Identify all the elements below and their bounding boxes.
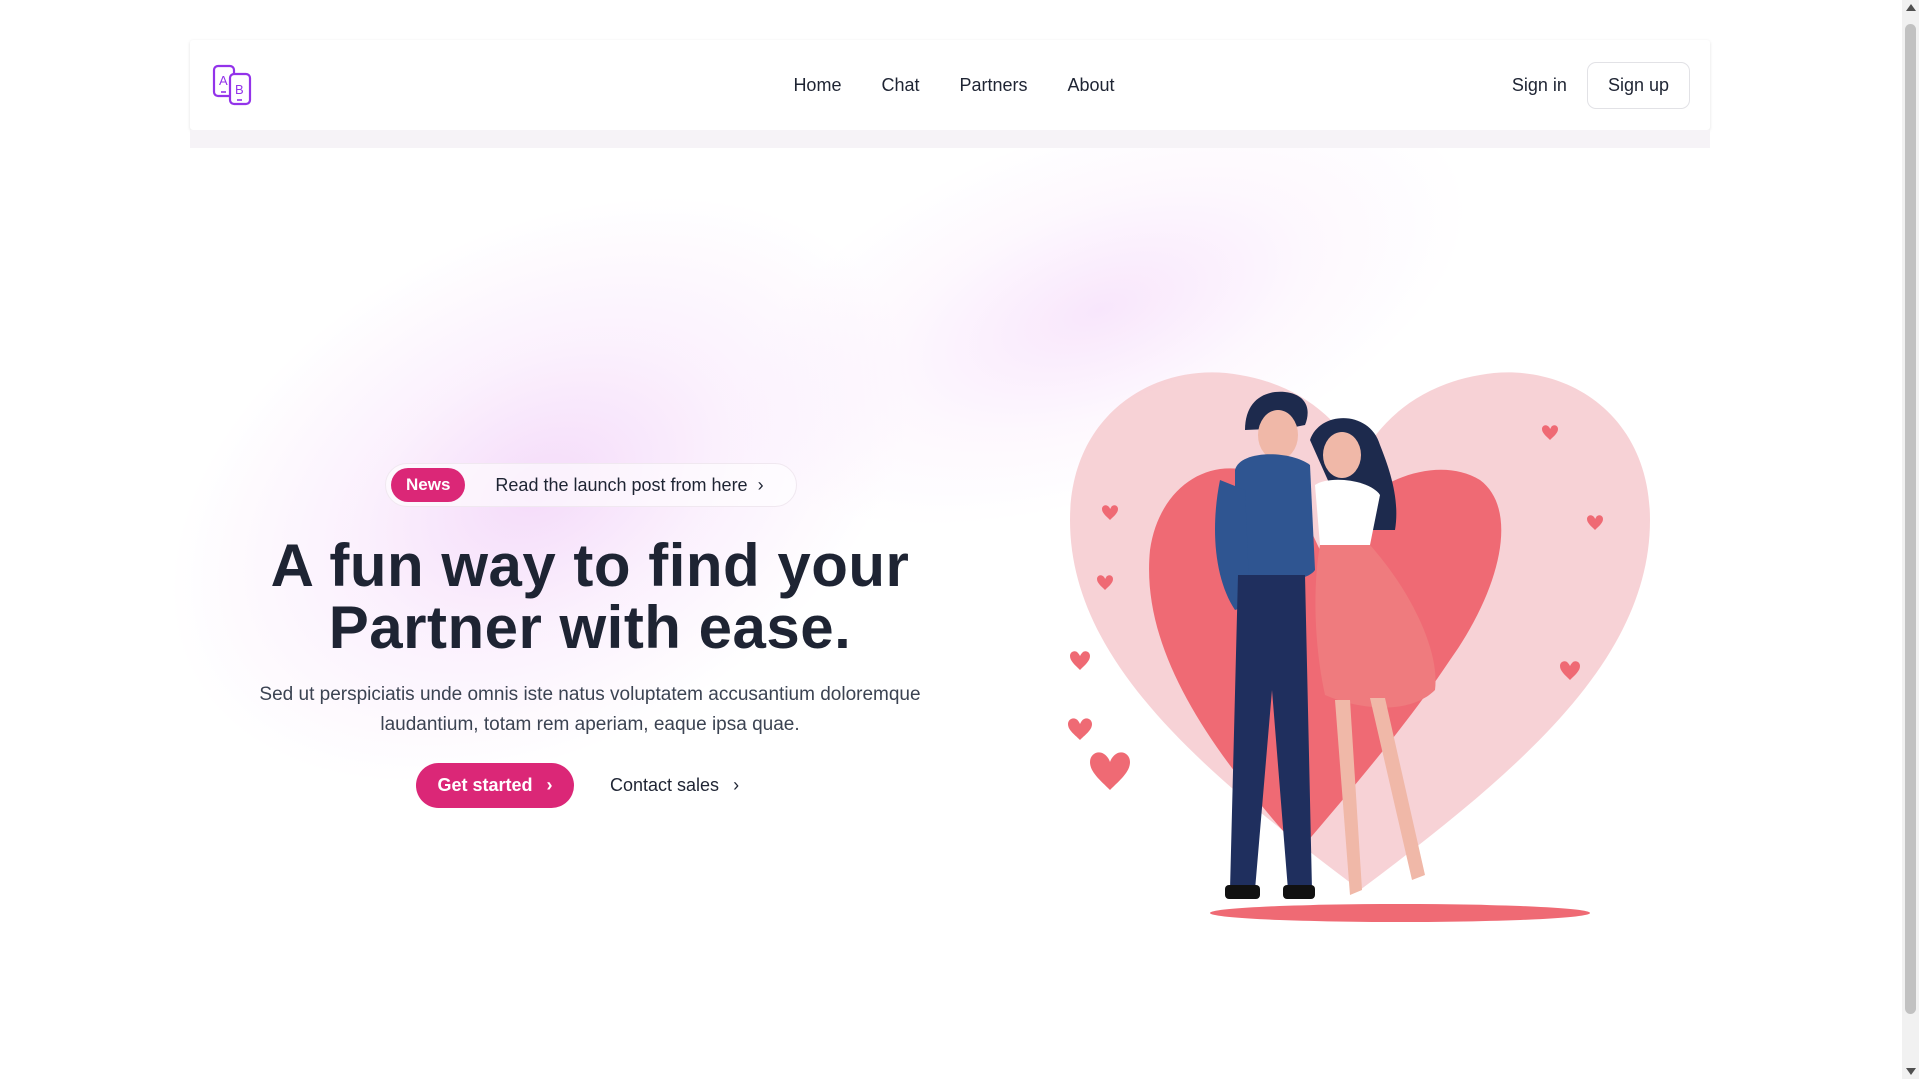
- chevron-right-icon: ›: [757, 474, 764, 495]
- nav-chat[interactable]: Chat: [881, 75, 919, 96]
- announcement-pill[interactable]: News Read the launch post from here ›: [385, 463, 797, 507]
- scroll-up-arrow-icon[interactable]: [1906, 4, 1916, 11]
- hero-headline: A fun way to find your Partner with ease…: [190, 535, 990, 659]
- contact-sales-link[interactable]: Contact sales ›: [610, 763, 739, 808]
- auth-actions: Sign in Sign up: [1512, 62, 1690, 109]
- get-started-button[interactable]: Get started ›: [416, 763, 574, 808]
- main-nav: Home Chat Partners About: [190, 40, 1710, 130]
- news-badge: News: [391, 468, 466, 502]
- scroll-thumb[interactable]: [1905, 24, 1916, 1014]
- announcement-text: Read the launch post from here: [495, 474, 748, 495]
- hero-subtitle: Sed ut perspiciatis unde omnis iste natu…: [259, 684, 921, 735]
- nav-partners[interactable]: Partners: [959, 75, 1027, 96]
- scroll-down-arrow-icon[interactable]: [1906, 1068, 1916, 1075]
- get-started-label: Get started: [437, 775, 533, 795]
- chevron-right-icon: ›: [546, 775, 553, 795]
- nav-home[interactable]: Home: [793, 75, 841, 96]
- floor-shadow: [1210, 904, 1590, 922]
- header-divider: [190, 130, 1710, 148]
- contact-sales-label: Contact sales: [610, 775, 720, 795]
- top-navbar: A B Home Chat Partners About Sign in Sig…: [190, 40, 1710, 130]
- sign-in-link[interactable]: Sign in: [1512, 75, 1567, 96]
- page-scrollbar[interactable]: [1902, 0, 1919, 1079]
- hero-headline-line1: A fun way to find your: [270, 532, 910, 599]
- nav-about[interactable]: About: [1068, 75, 1115, 96]
- hero-headline-line2: Partner with ease.: [328, 594, 852, 661]
- chevron-right-icon: ›: [733, 775, 740, 795]
- couple-heart-illustration: [1068, 372, 1650, 922]
- sign-up-button[interactable]: Sign up: [1586, 62, 1690, 109]
